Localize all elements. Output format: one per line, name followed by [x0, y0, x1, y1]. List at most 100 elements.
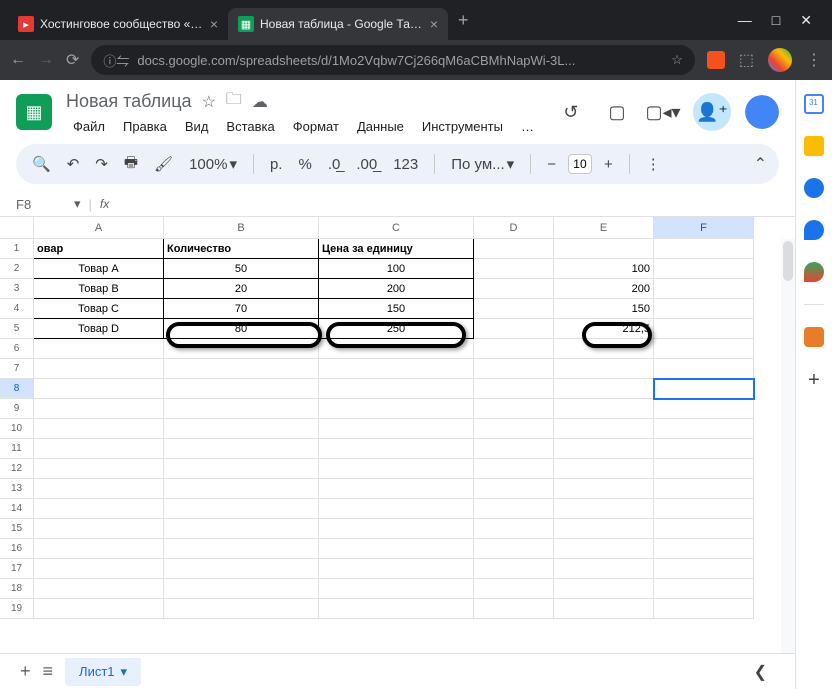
- row-header-1[interactable]: 1: [0, 239, 34, 259]
- sheets-logo-icon[interactable]: ▦: [16, 94, 52, 130]
- col-header-F[interactable]: F: [654, 217, 754, 239]
- col-header-A[interactable]: A: [34, 217, 164, 239]
- cell-D11[interactable]: [474, 439, 554, 459]
- cell-A17[interactable]: [34, 559, 164, 579]
- cell-A5[interactable]: Товар D: [34, 319, 164, 339]
- decrease-font-button[interactable]: −: [543, 152, 560, 177]
- menu-Данные[interactable]: Данные: [350, 117, 411, 136]
- cell-F15[interactable]: [654, 519, 754, 539]
- tab-close-0[interactable]: ×: [210, 16, 218, 32]
- menu-…[interactable]: …: [514, 117, 541, 136]
- cell-E8[interactable]: [554, 379, 654, 399]
- print-button[interactable]: 🖶: [120, 148, 142, 181]
- cell-D7[interactable]: [474, 359, 554, 379]
- col-header-C[interactable]: C: [319, 217, 474, 239]
- cell-C13[interactable]: [319, 479, 474, 499]
- row-header-13[interactable]: 13: [0, 479, 34, 499]
- cell-B7[interactable]: [164, 359, 319, 379]
- cell-C15[interactable]: [319, 519, 474, 539]
- cell-E6[interactable]: [554, 339, 654, 359]
- spreadsheet-grid[interactable]: ABCDEF 12345678910111213141516171819овар…: [0, 217, 795, 653]
- cell-D16[interactable]: [474, 539, 554, 559]
- browser-tab-1[interactable]: ▦ Новая таблица - Google Табли ×: [228, 8, 448, 40]
- cell-C9[interactable]: [319, 399, 474, 419]
- cell-E15[interactable]: [554, 519, 654, 539]
- cell-B8[interactable]: [164, 379, 319, 399]
- cell-E7[interactable]: [554, 359, 654, 379]
- tasks-icon[interactable]: [804, 178, 824, 198]
- explore-chevron-icon[interactable]: ❮: [746, 662, 775, 682]
- menu-Вид[interactable]: Вид: [178, 117, 216, 136]
- menu-Правка[interactable]: Правка: [116, 117, 174, 136]
- cell-B6[interactable]: [164, 339, 319, 359]
- col-header-B[interactable]: B: [164, 217, 319, 239]
- row-header-14[interactable]: 14: [0, 499, 34, 519]
- keep-icon[interactable]: [804, 136, 824, 156]
- cell-B10[interactable]: [164, 419, 319, 439]
- addon-icon[interactable]: [804, 327, 824, 347]
- document-title[interactable]: Новая таблица: [66, 91, 192, 112]
- cell-B19[interactable]: [164, 599, 319, 619]
- cell-A12[interactable]: [34, 459, 164, 479]
- cell-C6[interactable]: [319, 339, 474, 359]
- toolbar-more-button[interactable]: ⋮: [642, 151, 665, 177]
- cell-F11[interactable]: [654, 439, 754, 459]
- cell-B18[interactable]: [164, 579, 319, 599]
- cell-D9[interactable]: [474, 399, 554, 419]
- cell-D14[interactable]: [474, 499, 554, 519]
- row-header-4[interactable]: 4: [0, 299, 34, 319]
- increase-font-button[interactable]: +: [600, 152, 617, 177]
- add-sheet-button[interactable]: +: [20, 661, 31, 682]
- cell-E3[interactable]: 200: [554, 279, 654, 299]
- cell-A18[interactable]: [34, 579, 164, 599]
- row-header-3[interactable]: 3: [0, 279, 34, 299]
- cell-C10[interactable]: [319, 419, 474, 439]
- cell-D17[interactable]: [474, 559, 554, 579]
- cell-E14[interactable]: [554, 499, 654, 519]
- cell-D15[interactable]: [474, 519, 554, 539]
- cell-F14[interactable]: [654, 499, 754, 519]
- cell-A13[interactable]: [34, 479, 164, 499]
- all-sheets-button[interactable]: ≡: [43, 661, 54, 682]
- cell-D5[interactable]: [474, 319, 554, 339]
- contacts-icon[interactable]: [804, 220, 824, 240]
- cell-B1[interactable]: Количество: [164, 239, 319, 259]
- cell-D10[interactable]: [474, 419, 554, 439]
- cell-E9[interactable]: [554, 399, 654, 419]
- cell-C14[interactable]: [319, 499, 474, 519]
- extensions-button[interactable]: ⬚: [739, 50, 754, 70]
- cell-A15[interactable]: [34, 519, 164, 539]
- cell-B16[interactable]: [164, 539, 319, 559]
- cell-D2[interactable]: [474, 259, 554, 279]
- font-size-input[interactable]: [568, 154, 592, 174]
- cell-B15[interactable]: [164, 519, 319, 539]
- cell-A16[interactable]: [34, 539, 164, 559]
- cell-A19[interactable]: [34, 599, 164, 619]
- close-window-button[interactable]: ✕: [800, 12, 812, 29]
- account-avatar[interactable]: [745, 95, 779, 129]
- cell-F18[interactable]: [654, 579, 754, 599]
- cell-A11[interactable]: [34, 439, 164, 459]
- row-header-2[interactable]: 2: [0, 259, 34, 279]
- tab-close-1[interactable]: ×: [430, 16, 438, 32]
- cell-A9[interactable]: [34, 399, 164, 419]
- cell-D1[interactable]: [474, 239, 554, 259]
- cell-E13[interactable]: [554, 479, 654, 499]
- cell-F17[interactable]: [654, 559, 754, 579]
- forward-button[interactable]: →: [38, 51, 54, 69]
- increase-decimal-button[interactable]: .00̲: [352, 152, 381, 177]
- decrease-decimal-button[interactable]: .0̲: [324, 152, 345, 177]
- cell-A10[interactable]: [34, 419, 164, 439]
- reload-button[interactable]: ⟳: [66, 50, 79, 70]
- cell-F8[interactable]: [654, 379, 754, 399]
- cloud-status-icon[interactable]: ☁: [252, 92, 268, 112]
- cell-C1[interactable]: Цена за единицу: [319, 239, 474, 259]
- cell-F1[interactable]: [654, 239, 754, 259]
- calendar-icon[interactable]: 31: [804, 94, 824, 114]
- menu-Формат[interactable]: Формат: [286, 117, 346, 136]
- cell-B3[interactable]: 20: [164, 279, 319, 299]
- cell-F5[interactable]: [654, 319, 754, 339]
- cell-B14[interactable]: [164, 499, 319, 519]
- cell-F4[interactable]: [654, 299, 754, 319]
- history-icon[interactable]: ↺: [555, 96, 587, 128]
